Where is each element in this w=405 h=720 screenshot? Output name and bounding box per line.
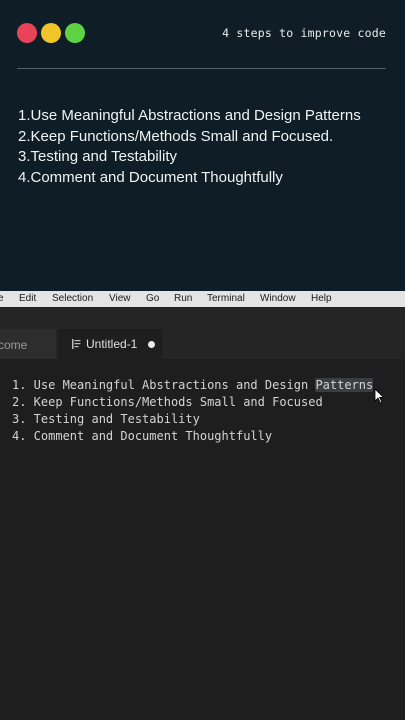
list-item: 2.Keep Functions/Methods Small and Focus… [18,127,334,145]
tab-welcome[interactable]: come [0,329,56,359]
code-line-2[interactable]: 2. Keep Functions/Methods Small and Focu… [12,394,323,411]
code-line-1[interactable]: 1. Use Meaningful Abstractions and Desig… [12,377,374,394]
menu-item-view[interactable]: View [109,293,131,304]
maximize-dot-icon[interactable] [65,23,85,43]
line-text: Use Meaningful Abstractions and Design [26,378,316,392]
tab-welcome-label: come [0,338,28,352]
menu-bar: e Edit Selection View Go Run Terminal Wi… [0,291,405,308]
list-item: 4.Comment and Document Thoughtfully [18,168,283,186]
tab-label: Untitled-1 [86,337,138,351]
line-number: 4. [12,429,27,443]
code-line-4[interactable]: 4. Comment and Document Thoughtfully [12,428,272,445]
menu-item-file[interactable]: e [0,293,4,304]
code-line-3[interactable]: 3. Testing and Testability [12,411,200,428]
close-dot-icon[interactable] [17,23,37,43]
menu-item-selection[interactable]: Selection [52,293,93,304]
list-item: 1.Use Meaningful Abstractions and Design… [18,107,361,124]
line-text: Keep Functions/Methods Small and Focused [26,395,323,409]
mouse-pointer-icon [374,388,385,404]
slide-panel: 4 steps to improve code 1.Use Meaningful… [0,0,405,291]
menu-item-edit[interactable]: Edit [19,293,36,304]
line-number: 1. [12,378,27,392]
line-text: Testing and Testability [26,412,200,426]
menu-item-help[interactable]: Help [311,293,332,304]
line-text: Comment and Document Thoughtfully [26,429,273,443]
divider [17,68,386,69]
menu-item-terminal[interactable]: Terminal [207,293,245,304]
tab-untitled-1[interactable]: Untitled-1 [58,329,162,359]
minimize-dot-icon[interactable] [41,23,61,43]
line-number: 3. [12,412,27,426]
steps-list: 1.Use Meaningful Abstractions and Design… [18,106,399,188]
selection-highlight: Patterns [315,378,374,392]
list-item: 3.Testing and Testability [18,148,177,166]
menu-item-go[interactable]: Go [146,293,159,304]
window-controls [17,23,85,43]
menu-item-window[interactable]: Window [260,293,296,304]
file-lines-icon [72,339,81,349]
line-number: 2. [12,395,27,409]
menu-item-run[interactable]: Run [174,293,192,304]
slide-title: 4 steps to improve code [222,26,386,40]
unsaved-dot-icon[interactable] [148,341,155,348]
tab-bar: come Untitled-1 [0,307,405,359]
